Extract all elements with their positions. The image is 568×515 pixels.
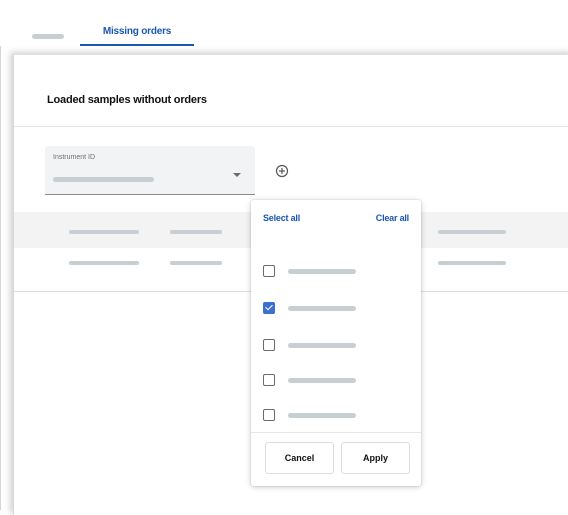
title-divider (14, 126, 568, 127)
instrument-id-label: Instrument ID (53, 154, 96, 161)
filter-option-label-placeholder (288, 343, 356, 348)
filter-option[interactable] (263, 337, 413, 355)
select-all-link[interactable]: Select all (263, 213, 300, 223)
instrument-id-value-placeholder (53, 177, 154, 182)
checkbox-icon[interactable] (263, 265, 275, 277)
filter-option-label-placeholder (288, 306, 356, 311)
filter-option-label-placeholder (288, 269, 356, 274)
tab-placeholder[interactable] (32, 34, 64, 39)
table-cell (69, 261, 139, 265)
checkbox-checked-icon[interactable] (263, 302, 275, 314)
clear-all-link[interactable]: Clear all (376, 213, 409, 223)
checkbox-icon[interactable] (263, 409, 275, 421)
instrument-filter-popup: Select all Clear all Cancel Apply (251, 200, 421, 486)
filter-option[interactable] (263, 407, 413, 425)
filter-option[interactable] (263, 372, 413, 390)
panel-title: Loaded samples without orders (47, 94, 207, 106)
plus-circle-icon (275, 164, 289, 178)
table-header-cell (69, 230, 139, 234)
filter-option[interactable] (263, 300, 413, 318)
checkbox-icon[interactable] (263, 374, 275, 386)
add-filter-button[interactable] (272, 161, 292, 181)
filter-option-label-placeholder (288, 378, 356, 383)
chevron-down-icon (233, 173, 241, 177)
filter-option-label-placeholder (288, 413, 356, 418)
table-header-cell (438, 230, 506, 234)
checkbox-icon[interactable] (263, 339, 275, 351)
table-cell (438, 261, 506, 265)
tab-missing-orders[interactable]: Missing orders (80, 26, 194, 46)
active-tab-indicator (80, 44, 194, 46)
popup-divider (251, 432, 421, 433)
cancel-button[interactable]: Cancel (265, 442, 334, 474)
instrument-id-dropdown[interactable]: Instrument ID (45, 146, 255, 195)
table-header-cell (170, 230, 222, 234)
apply-button[interactable]: Apply (341, 442, 410, 474)
filter-option[interactable] (263, 263, 413, 281)
tab-bar: Missing orders (0, 0, 568, 46)
table-cell (170, 261, 222, 265)
